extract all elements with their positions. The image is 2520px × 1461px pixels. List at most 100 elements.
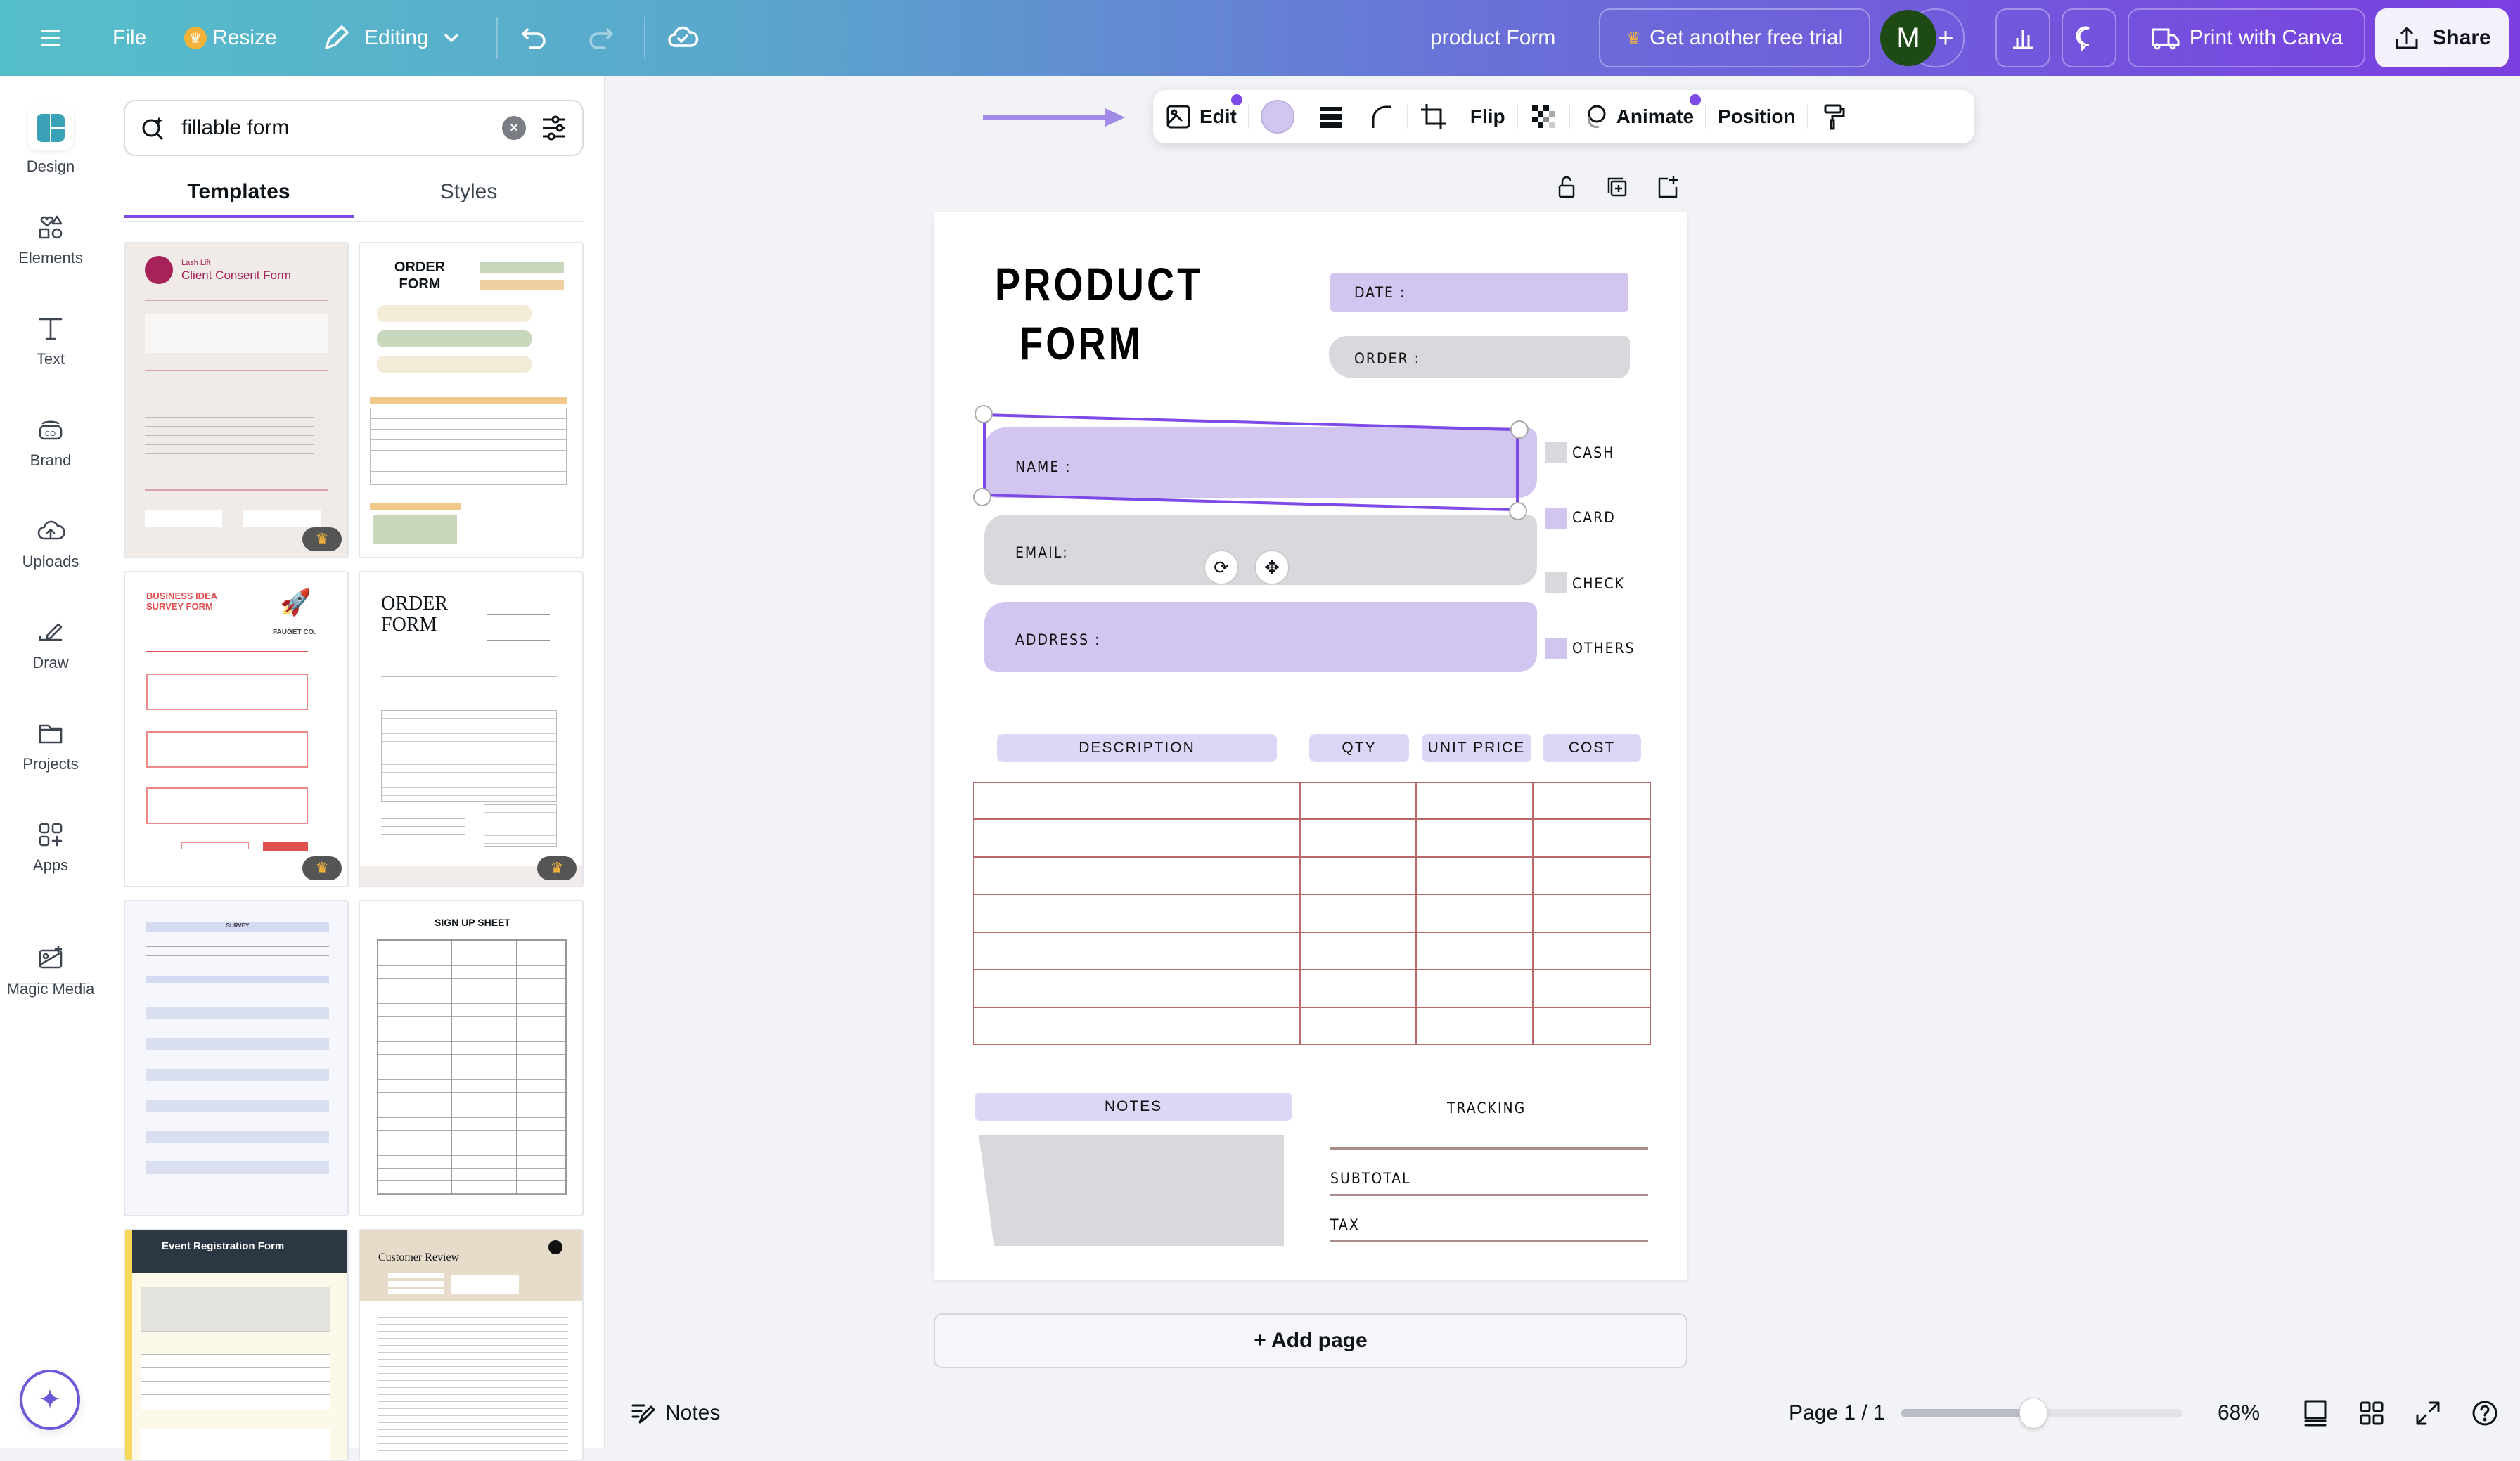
table-cell[interactable] — [1533, 894, 1651, 932]
nav-draw[interactable]: Draw — [0, 617, 101, 672]
template-card[interactable]: SIGN UP SHEET — [359, 900, 584, 1216]
clear-search-button[interactable]: × — [502, 116, 526, 140]
table-cell[interactable] — [1299, 932, 1417, 970]
nav-uploads[interactable]: Uploads — [0, 516, 101, 571]
table-cell[interactable] — [1416, 1007, 1534, 1045]
others-checkbox[interactable] — [1545, 638, 1567, 659]
table-cell[interactable] — [1416, 856, 1534, 895]
table-cell[interactable] — [1299, 782, 1417, 820]
resize-handle[interactable] — [1509, 502, 1527, 520]
add-page-button[interactable]: + Add page — [934, 1313, 1688, 1368]
table-cell[interactable] — [973, 856, 1300, 895]
edit-image-button[interactable]: Edit — [1153, 90, 1248, 143]
nav-design[interactable]: Design — [0, 105, 101, 176]
share-button[interactable]: Share — [2375, 8, 2509, 67]
resize-button[interactable]: ♛ Resize — [184, 0, 277, 76]
undo-button[interactable] — [519, 0, 550, 76]
insights-button[interactable] — [1995, 8, 2050, 67]
table-cell[interactable] — [1533, 970, 1651, 1008]
duplicate-page-button[interactable] — [1605, 174, 1630, 203]
cash-checkbox[interactable] — [1545, 442, 1567, 463]
search-input[interactable] — [181, 116, 488, 140]
table-cell[interactable] — [973, 819, 1300, 857]
template-card[interactable]: SURVEY — [124, 900, 349, 1216]
table-cell[interactable] — [1533, 856, 1651, 895]
table-cell[interactable] — [1416, 819, 1534, 857]
subtotal-line[interactable] — [1330, 1194, 1648, 1196]
file-menu[interactable]: File — [112, 0, 146, 76]
template-card[interactable]: Lash Lift Client Consent Form ♛ — [124, 242, 349, 558]
template-card[interactable]: ORDER FORM — [359, 242, 584, 558]
table-cell[interactable] — [1533, 782, 1651, 820]
card-checkbox[interactable] — [1545, 508, 1567, 529]
cloud-save-status[interactable] — [667, 0, 699, 76]
check-checkbox[interactable] — [1545, 572, 1567, 593]
flip-button[interactable]: Flip — [1459, 90, 1517, 143]
fullscreen-button[interactable] — [2415, 1378, 2441, 1448]
table-cell[interactable] — [973, 894, 1300, 932]
animate-button[interactable]: Animate — [1570, 90, 1705, 143]
copy-style-button[interactable] — [1808, 90, 1859, 143]
magic-assistant-button[interactable]: ✦ — [20, 1370, 80, 1430]
user-avatar[interactable]: M — [1880, 10, 1936, 66]
print-with-canva-button[interactable]: Print with Canva — [2128, 8, 2365, 67]
nav-brand[interactable]: CO Brand — [0, 415, 101, 470]
help-button[interactable] — [2471, 1378, 2499, 1448]
table-cell[interactable] — [1299, 894, 1417, 932]
zoom-slider-handle[interactable] — [2019, 1398, 2048, 1429]
nav-magic-media[interactable]: Magic Media — [0, 944, 101, 998]
document-title[interactable]: product Form — [1430, 0, 1555, 76]
table-cell[interactable] — [1416, 932, 1534, 970]
table-cell[interactable] — [1533, 932, 1651, 970]
corner-rounding-button[interactable] — [1356, 90, 1407, 143]
table-cell[interactable] — [1416, 894, 1534, 932]
tracking-line[interactable] — [1330, 1147, 1648, 1150]
grid-view-button[interactable] — [2358, 1378, 2385, 1448]
tax-line[interactable] — [1330, 1240, 1648, 1242]
template-card[interactable]: Event Registration Form — [124, 1229, 349, 1461]
table-cell[interactable] — [973, 782, 1300, 820]
nav-text[interactable]: Text — [0, 314, 101, 368]
page-view-button[interactable] — [2302, 1378, 2329, 1448]
comments-button[interactable] — [2062, 8, 2116, 67]
filter-sliders-icon[interactable] — [540, 114, 568, 142]
lock-page-button[interactable] — [1554, 174, 1579, 203]
main-menu-button[interactable] — [37, 0, 65, 76]
table-cell[interactable] — [1533, 1007, 1651, 1045]
tab-templates[interactable]: Templates — [124, 174, 354, 218]
table-cell[interactable] — [1416, 970, 1534, 1008]
rotate-handle[interactable]: ⟳ — [1204, 550, 1239, 585]
crop-button[interactable] — [1408, 90, 1459, 143]
move-handle[interactable]: ✥ — [1254, 550, 1290, 585]
position-button[interactable]: Position — [1706, 90, 1806, 143]
document-page[interactable]: PRODUCT FORM DATE : ORDER : NAME : EMAIL… — [934, 212, 1688, 1280]
notes-area[interactable] — [979, 1135, 1284, 1246]
table-cell[interactable] — [1299, 856, 1417, 895]
zoom-slider[interactable] — [1901, 1398, 2182, 1429]
resize-handle[interactable] — [973, 488, 991, 506]
tab-styles[interactable]: Styles — [354, 174, 584, 218]
resize-handle[interactable] — [975, 405, 993, 423]
template-card[interactable]: ORDER FORM ♛ — [359, 571, 584, 887]
border-style-button[interactable] — [1306, 90, 1356, 143]
notes-button[interactable]: Notes — [630, 1378, 720, 1448]
page-indicator[interactable]: Page 1 / 1 — [1789, 1378, 1885, 1448]
table-cell[interactable] — [1416, 782, 1534, 820]
zoom-level[interactable]: 68% — [2218, 1378, 2260, 1448]
nav-elements[interactable]: Elements — [0, 212, 101, 267]
editing-mode-dropdown[interactable]: Editing — [321, 0, 461, 76]
table-cell[interactable] — [973, 932, 1300, 970]
template-card[interactable]: BUSINESS IDEA SURVEY FORM FAUGET CO. 🚀 ♛ — [124, 571, 349, 887]
template-card[interactable]: Customer Review — [359, 1229, 584, 1461]
redo-button[interactable] — [585, 0, 616, 76]
nav-projects[interactable]: Projects — [0, 719, 101, 773]
resize-handle[interactable] — [1510, 420, 1529, 439]
nav-apps[interactable]: Apps — [0, 820, 101, 875]
free-trial-button[interactable]: ♛ Get another free trial — [1599, 8, 1870, 67]
table-cell[interactable] — [1299, 970, 1417, 1008]
transparency-button[interactable] — [1518, 90, 1569, 143]
table-cell[interactable] — [1299, 819, 1417, 857]
table-cell[interactable] — [973, 1007, 1300, 1045]
table-cell[interactable] — [1533, 819, 1651, 857]
table-cell[interactable] — [1299, 1007, 1417, 1045]
